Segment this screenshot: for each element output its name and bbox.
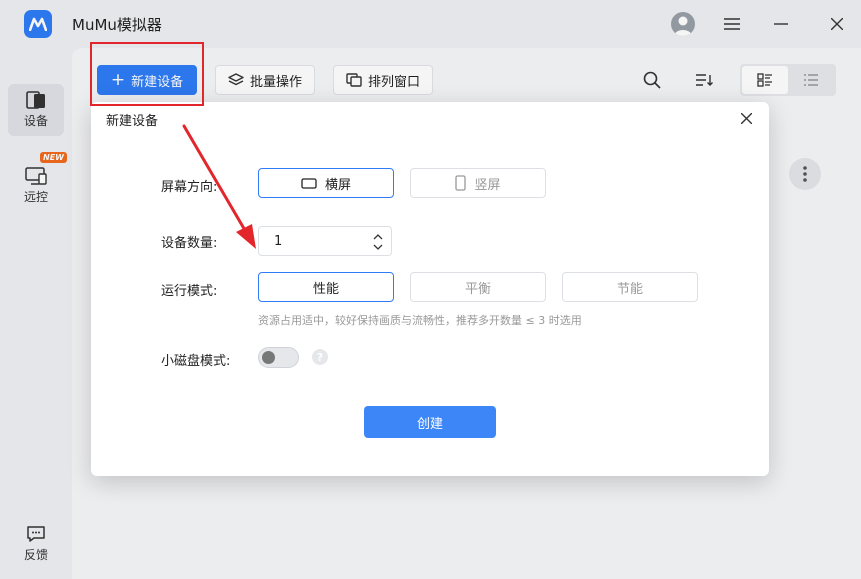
device-count-label: 设备数量:	[161, 236, 218, 251]
power-saving-option[interactable]: 节能	[562, 272, 698, 302]
dialog-title: 新建设备	[106, 114, 159, 129]
new-device-dialog: 新建设备 屏幕方向: 横屏 竖屏 设备数量: 1 运行模式: 性能 平衡 节能 …	[91, 102, 769, 476]
small-disk-label: 小磁盘模式:	[161, 354, 231, 369]
toggle-knob	[262, 351, 275, 364]
balanced-option[interactable]: 平衡	[410, 272, 546, 302]
device-count-value: 1	[274, 234, 283, 249]
run-mode-hint: 资源占用适中，较好保持画质与流畅性，推荐多开数量 ≤ 3 时选用	[258, 314, 582, 327]
device-count-stepper[interactable]: 1	[258, 226, 392, 256]
portrait-option[interactable]: 竖屏	[410, 168, 546, 198]
portrait-icon	[455, 175, 467, 191]
landscape-icon	[301, 177, 317, 189]
create-button[interactable]: 创建	[364, 406, 496, 438]
landscape-option[interactable]: 横屏	[258, 168, 394, 198]
stepper-arrows-icon[interactable]	[371, 231, 385, 253]
orientation-label: 屏幕方向:	[161, 180, 218, 195]
run-mode-label: 运行模式:	[161, 284, 218, 299]
performance-option[interactable]: 性能	[258, 272, 394, 302]
small-disk-toggle[interactable]	[258, 347, 299, 368]
annotation-highlight-box	[90, 42, 204, 106]
help-icon[interactable]: ?	[312, 349, 328, 365]
close-icon[interactable]	[736, 108, 756, 128]
